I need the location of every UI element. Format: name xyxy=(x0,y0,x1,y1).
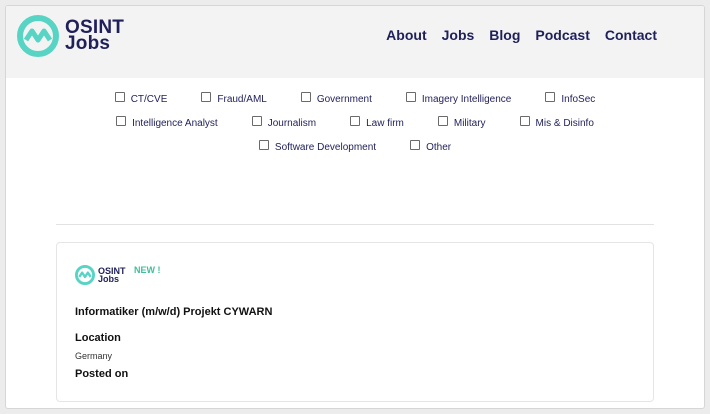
nav-blog[interactable]: Blog xyxy=(489,27,520,43)
checkbox[interactable] xyxy=(251,116,262,126)
filter-label: Government xyxy=(316,93,372,105)
filter-label: CT/CVE xyxy=(130,93,168,105)
job-title[interactable]: Informatiker (m/w/d) Projekt CYWARN xyxy=(75,306,272,318)
filter-mis-disinfo[interactable]: Mis & Disinfo xyxy=(519,116,594,130)
filter-label: InfoSec xyxy=(561,93,596,105)
checkbox[interactable] xyxy=(519,116,530,126)
checkbox[interactable] xyxy=(410,140,421,150)
filter-row: Intelligence Analyst Journalism Law firm… xyxy=(6,116,704,130)
filter-label: Journalism xyxy=(267,117,317,129)
logo-line2: Jobs xyxy=(65,33,111,54)
filter-other[interactable]: Other xyxy=(410,140,451,154)
nav-podcast[interactable]: Podcast xyxy=(535,27,589,43)
section-divider xyxy=(56,224,654,225)
checkbox[interactable] xyxy=(201,92,212,102)
job-card[interactable]: OSINT Jobs NEW ! Informatiker (m/w/d) Pr… xyxy=(56,242,654,402)
category-filters: CT/CVE Fraud/AML Government Imagery Inte… xyxy=(6,92,704,164)
checkbox[interactable] xyxy=(545,92,556,102)
checkbox[interactable] xyxy=(300,92,311,102)
site-logo[interactable]: OSINT Jobs xyxy=(17,15,124,57)
filter-row: CT/CVE Fraud/AML Government Imagery Inte… xyxy=(6,92,704,106)
checkbox[interactable] xyxy=(437,116,448,126)
filter-label: Software Development xyxy=(274,141,377,153)
page-frame: OSINT Jobs About Jobs Blog Podcast Conta… xyxy=(5,5,705,409)
checkbox[interactable] xyxy=(116,116,127,126)
checkbox[interactable] xyxy=(114,92,125,102)
filter-label: Intelligence Analyst xyxy=(132,117,218,129)
filter-intelligence-analyst[interactable]: Intelligence Analyst xyxy=(116,116,218,130)
filter-software-development[interactable]: Software Development xyxy=(258,140,377,154)
filter-military[interactable]: Military xyxy=(437,116,486,130)
filter-government[interactable]: Government xyxy=(300,92,372,106)
filter-label: Imagery Intelligence xyxy=(421,93,512,105)
filter-infosec[interactable]: InfoSec xyxy=(545,92,595,106)
nav-contact[interactable]: Contact xyxy=(605,27,657,43)
nav-about[interactable]: About xyxy=(386,27,426,43)
filter-law-firm[interactable]: Law firm xyxy=(350,116,404,130)
osint-logo-icon xyxy=(17,15,59,57)
checkbox[interactable] xyxy=(405,92,416,102)
logo-wordmark: OSINT Jobs xyxy=(65,18,124,54)
location-value: Germany xyxy=(75,351,113,361)
nav-jobs[interactable]: Jobs xyxy=(442,27,475,43)
location-label: Location xyxy=(75,332,121,344)
job-company-logo: OSINT Jobs xyxy=(75,265,126,285)
filter-label: Fraud/AML xyxy=(217,93,267,105)
posted-on-label: Posted on xyxy=(75,368,129,380)
job-logo-wordmark: OSINT Jobs xyxy=(98,267,126,284)
site-header: OSINT Jobs About Jobs Blog Podcast Conta… xyxy=(6,6,704,78)
filter-label: Mis & Disinfo xyxy=(535,117,594,129)
filter-label: Law firm xyxy=(366,117,404,129)
job-logo-line2: Jobs xyxy=(98,274,120,284)
checkbox[interactable] xyxy=(350,116,361,126)
filter-label: Military xyxy=(453,117,486,129)
filter-row: Software Development Other xyxy=(6,140,704,154)
filter-ct-cve[interactable]: CT/CVE xyxy=(114,92,168,106)
osint-logo-icon xyxy=(75,265,95,285)
checkbox[interactable] xyxy=(258,140,269,150)
filter-journalism[interactable]: Journalism xyxy=(251,116,317,130)
new-badge: NEW ! xyxy=(134,265,161,275)
filter-imagery-intelligence[interactable]: Imagery Intelligence xyxy=(405,92,512,106)
main-nav: About Jobs Blog Podcast Contact xyxy=(386,27,657,43)
filter-label: Other xyxy=(426,141,452,153)
filter-fraud-aml[interactable]: Fraud/AML xyxy=(201,92,267,106)
